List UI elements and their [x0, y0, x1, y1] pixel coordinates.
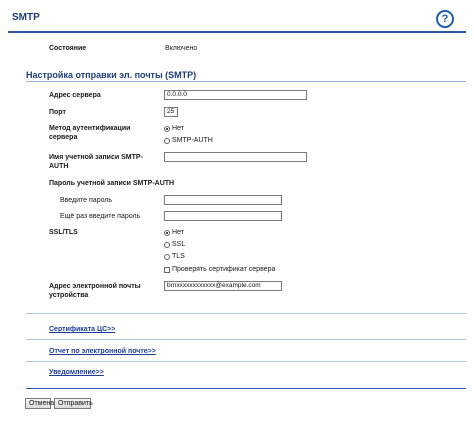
- reenter-password-input[interactable]: [164, 211, 282, 221]
- auth-none-radio[interactable]: Нет: [164, 124, 184, 133]
- tls-radio[interactable]: TLS: [164, 252, 185, 261]
- ssl-none-radio[interactable]: Нет: [164, 228, 184, 237]
- send-button[interactable]: Отправить: [54, 398, 93, 409]
- notification-link[interactable]: Уведомление>>: [49, 368, 104, 377]
- ca-certificate-link[interactable]: Сертификата ЦС>>: [49, 325, 115, 334]
- help-icon[interactable]: ?: [436, 10, 454, 28]
- device-email-label: Адрес электронной почты устройства: [49, 283, 141, 299]
- smtp-password-label: Пароль учетной записи SMTP-AUTH: [49, 180, 175, 187]
- smtp-account-input[interactable]: [164, 152, 307, 162]
- link-divider: [26, 313, 466, 314]
- page-title: SMTP: [12, 12, 40, 23]
- auth-smtp-label: SMTP-AUTH: [172, 137, 213, 144]
- status-label: Состояние: [49, 45, 87, 52]
- tls-label: TLS: [172, 253, 185, 260]
- radio-unselected-icon: [164, 253, 170, 260]
- email-report-link[interactable]: Отчет по электронной почте>>: [49, 347, 156, 356]
- auth-method-label: Метод аутентификации сервера: [49, 125, 131, 141]
- ssl-label: SSL: [172, 241, 186, 248]
- cancel-button[interactable]: Отмена: [25, 398, 54, 409]
- section-divider: [26, 81, 466, 82]
- verify-cert-checkbox[interactable]: Проверять сертификат сервера: [164, 265, 275, 274]
- header-divider: [8, 31, 466, 33]
- radio-unselected-icon: [164, 241, 170, 248]
- status-value: Включено: [165, 45, 198, 52]
- port-input[interactable]: 25: [164, 107, 178, 117]
- server-address-label: Адрес сервера: [49, 92, 101, 99]
- section-title: Настройка отправки эл. почты (SMTP): [26, 70, 197, 80]
- enter-password-input[interactable]: [164, 195, 282, 205]
- link-divider: [26, 339, 466, 340]
- server-address-input[interactable]: 0.0.0.0: [164, 90, 307, 100]
- ssl-radio[interactable]: SSL: [164, 240, 185, 249]
- footer-divider: [26, 388, 466, 389]
- checkbox-icon: [164, 266, 170, 273]
- ssl-none-label: Нет: [172, 229, 184, 236]
- radio-selected-icon: [164, 125, 170, 132]
- enter-password-label: Введите пароль: [60, 197, 113, 204]
- verify-cert-label: Проверять сертификат сервера: [172, 266, 276, 273]
- radio-selected-icon: [164, 229, 170, 236]
- auth-none-label: Нет: [172, 125, 184, 132]
- auth-smtp-radio[interactable]: SMTP-AUTH: [164, 136, 213, 145]
- reenter-password-label: Ещё раз введите пароль: [60, 213, 141, 220]
- ssl-tls-label: SSL/TLS: [49, 229, 78, 236]
- radio-unselected-icon: [164, 137, 170, 144]
- port-label: Порт: [49, 109, 66, 116]
- smtp-account-label: Имя учетной записи SMTP-AUTH: [49, 154, 143, 170]
- device-email-input[interactable]: brnxxxxxxxxxxxx@example.com: [164, 281, 282, 291]
- link-divider: [26, 361, 466, 362]
